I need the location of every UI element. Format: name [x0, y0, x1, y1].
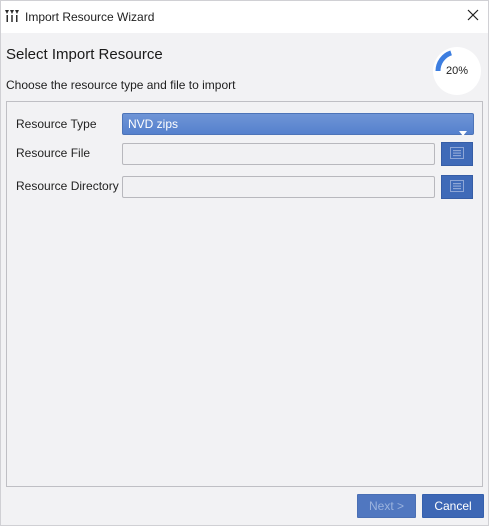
resource-type-label: Resource Type: [16, 117, 97, 131]
resource-directory-field[interactable]: [122, 176, 435, 198]
page-title: Select Import Resource: [6, 46, 163, 63]
form-panel: Resource Type NVD zips Resource File Res…: [6, 101, 483, 487]
resource-type-select[interactable]: NVD zips: [122, 113, 474, 136]
progress-label: 20%: [445, 65, 469, 77]
cancel-button[interactable]: Cancel: [422, 494, 484, 518]
window-title: Import Resource Wizard: [25, 10, 155, 24]
page-subtitle: Choose the resource type and file to imp…: [6, 78, 236, 92]
resource-directory-label: Resource Directory: [16, 179, 119, 193]
resource-file-field[interactable]: [122, 143, 435, 165]
title-bar: Import Resource Wizard: [1, 1, 488, 33]
resource-file-browse-button[interactable]: [441, 142, 473, 166]
chevron-down-icon: [459, 122, 467, 142]
folder-browse-icon: [450, 179, 464, 195]
resource-type-value: NVD zips: [128, 117, 179, 131]
resource-directory-browse-button[interactable]: [441, 175, 473, 199]
progress-indicator: 20%: [431, 45, 483, 97]
resource-file-label: Resource File: [16, 146, 91, 160]
close-button[interactable]: [458, 1, 488, 31]
import-resource-wizard-window: Import Resource Wizard Select Import Res…: [0, 0, 489, 526]
close-icon: [467, 9, 479, 24]
vendor-logo-icon: [5, 9, 19, 23]
next-button[interactable]: Next >: [357, 494, 416, 518]
folder-browse-icon: [450, 146, 464, 162]
